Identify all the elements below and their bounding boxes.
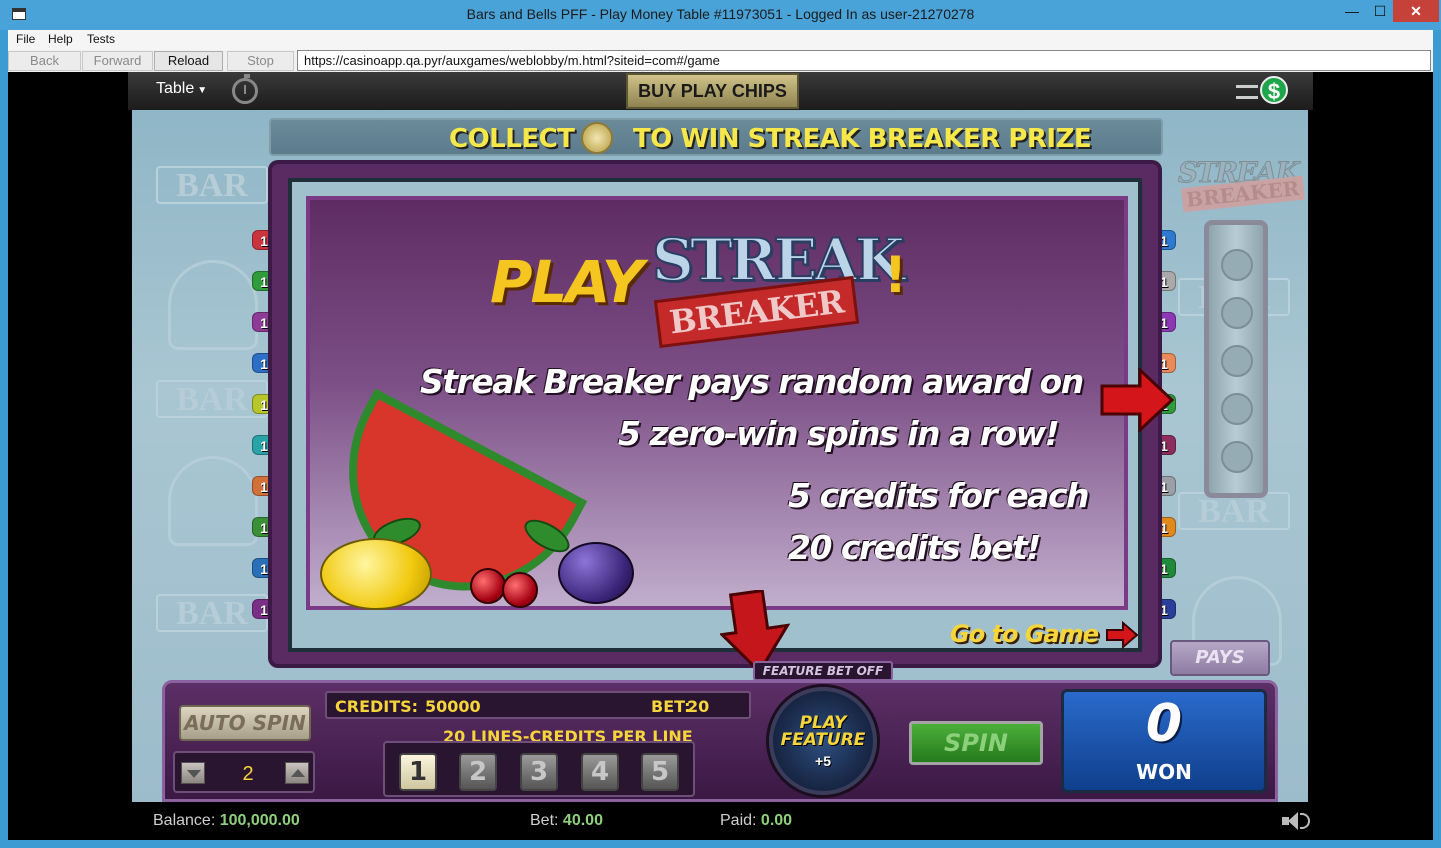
title-bar: Bars and Bells PFF - Play Money Table #1…	[0, 0, 1441, 30]
nav-bar: Back Forward Reload Stop https://casinoa…	[8, 50, 1433, 72]
game-area: Table ▼ BUY PLAY CHIPS $ BAR BAR BAR BAR …	[8, 72, 1433, 840]
credits-label: CREDITS:	[335, 697, 419, 716]
collect-banner: COLLECT 5 TO WIN STREAK BREAKER PRIZE	[269, 118, 1163, 156]
balance-value: 100,000.00	[219, 812, 300, 829]
speaker-icon[interactable]	[1280, 810, 1310, 832]
popup-line-1: Streak Breaker pays random award on	[420, 362, 1084, 401]
play-title: PLAY	[490, 248, 644, 316]
paid-label: Paid:	[720, 812, 757, 829]
collect-prize-text: TO WIN STREAK BREAKER PRIZE	[633, 124, 1092, 154]
menu-file[interactable]: File	[16, 32, 35, 46]
speed-lines-icon	[1236, 85, 1258, 99]
line-credit-button-3[interactable]: 3	[520, 753, 558, 791]
line-credit-button-2[interactable]: 2	[459, 753, 497, 791]
bet-status-label: Bet:	[530, 812, 559, 829]
coin-icon	[581, 122, 613, 154]
lemon-icon	[320, 538, 432, 610]
streak-slot	[1221, 393, 1253, 425]
menu-bar: File Help Tests	[8, 30, 1433, 50]
decrease-button[interactable]	[181, 762, 205, 784]
pays-button[interactable]: PAYS	[1170, 640, 1270, 676]
bet-status-value: 40.00	[562, 812, 603, 829]
streak-slot	[1221, 297, 1253, 329]
browser-content: File Help Tests Back Forward Reload Stop…	[8, 30, 1433, 840]
auto-spin-count: 2	[242, 763, 254, 785]
control-console: FEATURE BET OFF AUTO SPIN 2 CREDITS: 500…	[162, 661, 1278, 802]
go-to-game-label: Go to Game	[950, 620, 1099, 648]
bg-bell-symbol	[168, 456, 258, 546]
won-display: 0 WON	[1061, 689, 1267, 793]
caret-down-icon: ▼	[197, 85, 208, 96]
collect-text: COLLECT 5	[449, 124, 601, 154]
popup-streak-breaker-logo: STREAK BREAKER	[651, 225, 906, 349]
cashier-button[interactable]: $	[1236, 76, 1296, 106]
arrow-right-icon	[1106, 620, 1139, 650]
increase-button[interactable]	[285, 762, 309, 784]
minimize-button[interactable]: —	[1338, 0, 1366, 22]
reload-button[interactable]: Reload	[154, 51, 223, 71]
stop-button[interactable]: Stop	[227, 51, 294, 71]
bet-status: Bet: 40.00	[530, 812, 603, 830]
stopwatch-icon[interactable]	[232, 74, 258, 104]
won-value: 0	[1145, 694, 1183, 754]
back-button[interactable]: Back	[8, 51, 81, 71]
credits-bar: CREDITS: 50000 BET: 20	[325, 691, 751, 719]
line-credit-button-4[interactable]: 4	[581, 753, 619, 791]
arrow-right-icon	[1100, 368, 1174, 432]
streak-slot	[1221, 249, 1253, 281]
game-top-bar: Table ▼ BUY PLAY CHIPS $	[128, 72, 1313, 110]
menu-help[interactable]: Help	[48, 32, 73, 46]
bg-bar-symbol: BAR	[156, 166, 268, 204]
chevron-down-icon	[187, 770, 201, 778]
chevron-up-icon	[291, 769, 305, 777]
credits-per-line-selector: 1 2 3 4 5	[383, 741, 695, 797]
close-button[interactable]: ✕	[1393, 0, 1439, 22]
play-feature-sub: +5	[815, 753, 831, 769]
cherry-icon	[502, 572, 538, 608]
feature-bet-label: FEATURE BET OFF	[753, 661, 893, 681]
cherry-icon	[470, 568, 506, 604]
play-feature-label: PLAY FEATURE	[780, 713, 866, 750]
exclamation: !	[884, 246, 907, 304]
bet-value: 20	[687, 697, 710, 716]
popup-line-4: 20 credits bet!	[788, 528, 1041, 567]
streak-meter	[1204, 220, 1268, 498]
maximize-button[interactable]: ☐	[1366, 0, 1394, 22]
auto-spin-button[interactable]: AUTO SPIN	[179, 705, 311, 741]
line-credit-button-5[interactable]: 5	[641, 753, 679, 791]
dollar-icon: $	[1260, 76, 1288, 104]
bg-bell-symbol	[168, 260, 258, 350]
line-credit-button-1[interactable]: 1	[399, 753, 437, 791]
bet-label: BET:	[651, 697, 691, 716]
balance-label: Balance:	[153, 812, 216, 829]
won-label: WON	[1136, 760, 1192, 784]
streak-breaker-logo: STREAK BREAKER	[1178, 156, 1305, 213]
popup-line-2: 5 zero-win spins in a row!	[618, 414, 1060, 453]
forward-button[interactable]: Forward	[82, 51, 153, 71]
table-menu-label: Table	[156, 80, 195, 97]
paid-status: Paid: 0.00	[720, 812, 792, 830]
status-bar: Balance: 100,000.00 Bet: 40.00 Paid: 0.0…	[8, 802, 1433, 840]
buy-play-chips-button[interactable]: BUY PLAY CHIPS	[626, 73, 799, 109]
app-window: Bars and Bells PFF - Play Money Table #1…	[0, 0, 1441, 848]
table-menu[interactable]: Table ▼	[156, 80, 207, 98]
streak-breaker-popup: PLAY STREAK BREAKER ! Streak Breaker pay…	[304, 196, 1128, 634]
go-to-game-link[interactable]: Go to Game	[950, 620, 1139, 650]
credits-value: 50000	[425, 697, 481, 716]
plum-icon	[558, 542, 634, 604]
play-feature-button[interactable]: PLAY FEATURE +5	[769, 687, 877, 795]
popup-logo-streak: STREAK	[651, 225, 906, 295]
address-bar[interactable]: https://casinoapp.qa.pyr/auxgames/weblob…	[297, 50, 1431, 71]
fruit-illustration	[304, 388, 636, 634]
auto-spin-count-control: 2	[173, 751, 315, 793]
menu-tests[interactable]: Tests	[87, 32, 115, 46]
balance-status: Balance: 100,000.00	[153, 812, 300, 830]
paid-value: 0.00	[760, 812, 793, 829]
popup-line-3: 5 credits for each	[788, 476, 1090, 515]
spin-button[interactable]: SPIN	[909, 721, 1043, 765]
slot-machine: BAR BAR BAR BAR BAR COLLECT 5 TO WIN STR…	[132, 110, 1308, 802]
streak-slot	[1221, 345, 1253, 377]
streak-slot	[1221, 441, 1253, 473]
window-title: Bars and Bells PFF - Play Money Table #1…	[466, 6, 975, 22]
